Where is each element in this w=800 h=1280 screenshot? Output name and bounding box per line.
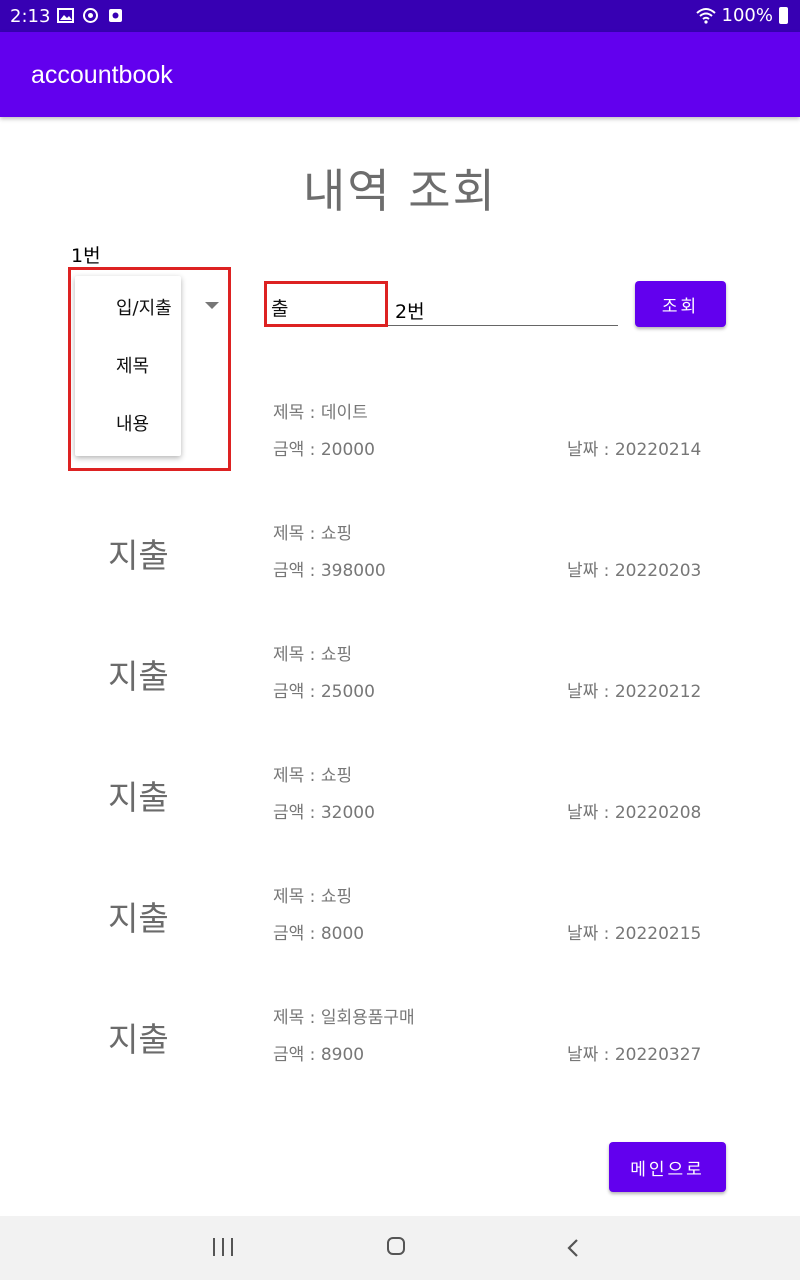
app-title: accountbook [31, 61, 173, 89]
record-amount: 금액 : 20000 [273, 440, 375, 460]
record-title: 제목 : 데이트 [273, 403, 368, 423]
battery-icon [779, 7, 788, 24]
main-button[interactable]: 메인으로 [609, 1142, 726, 1192]
record-title: 제목 : 쇼핑 [273, 766, 353, 786]
search-button[interactable]: 조회 [635, 281, 726, 327]
record-date: 날짜 : 20220214 [567, 440, 702, 460]
record-date: 날짜 : 20220212 [567, 682, 702, 702]
record-type: 지출 [108, 899, 169, 938]
record-type: 지출 [108, 1020, 169, 1059]
record-title: 제목 : 쇼핑 [273, 645, 353, 665]
record-title: 제목 : 쇼핑 [273, 524, 353, 544]
app-notification-icon [109, 9, 122, 22]
list-item[interactable]: 지출 제목 : 쇼핑 금액 : 25000 날짜 : 20220212 [0, 622, 800, 743]
record-list: 제목 : 데이트 금액 : 20000 날짜 : 20220214 지출 제목 … [0, 380, 800, 1106]
record-type: 지출 [108, 657, 169, 696]
annotation-label-2: 2번 [395, 301, 425, 323]
list-item[interactable]: 지출 제목 : 일회용품구매 금액 : 8900 날짜 : 20220327 [0, 985, 800, 1106]
sync-icon [83, 8, 98, 23]
notification-icons [57, 7, 124, 24]
gallery-icon [57, 8, 74, 23]
status-bar: 2:13 100% [0, 0, 800, 32]
record-type: 지출 [108, 536, 169, 575]
app-bar: accountbook [0, 32, 800, 117]
record-amount: 금액 : 8900 [273, 1045, 365, 1065]
status-right: 100% [695, 5, 788, 26]
page-title: 내역 조회 [303, 164, 497, 218]
battery-percent: 100% [721, 5, 773, 26]
annotation-label-1: 1번 [71, 245, 101, 267]
record-amount: 금액 : 8000 [273, 924, 365, 944]
list-item[interactable]: 제목 : 데이트 금액 : 20000 날짜 : 20220214 [0, 380, 800, 501]
recent-apps-icon[interactable] [213, 1238, 233, 1256]
record-title: 제목 : 일회용품구매 [273, 1008, 415, 1028]
highlight-box-2 [264, 281, 388, 327]
record-date: 날짜 : 20220215 [567, 924, 702, 944]
record-type: 지출 [108, 778, 169, 817]
record-amount: 금액 : 25000 [273, 682, 375, 702]
list-item[interactable]: 지출 제목 : 쇼핑 금액 : 398000 날짜 : 20220203 [0, 501, 800, 622]
record-title: 제목 : 쇼핑 [273, 887, 353, 907]
record-amount: 금액 : 398000 [273, 561, 386, 581]
record-amount: 금액 : 32000 [273, 803, 375, 823]
list-item[interactable]: 지출 제목 : 쇼핑 금액 : 32000 날짜 : 20220208 [0, 743, 800, 864]
record-date: 날짜 : 20220208 [567, 803, 702, 823]
back-icon[interactable] [566, 1238, 580, 1258]
wifi-icon [695, 8, 716, 24]
status-time: 2:13 [10, 6, 51, 27]
home-icon[interactable] [387, 1237, 405, 1255]
record-date: 날짜 : 20220203 [567, 561, 702, 581]
list-item[interactable]: 지출 제목 : 쇼핑 금액 : 8000 날짜 : 20220215 [0, 864, 800, 985]
record-date: 날짜 : 20220327 [567, 1045, 702, 1065]
